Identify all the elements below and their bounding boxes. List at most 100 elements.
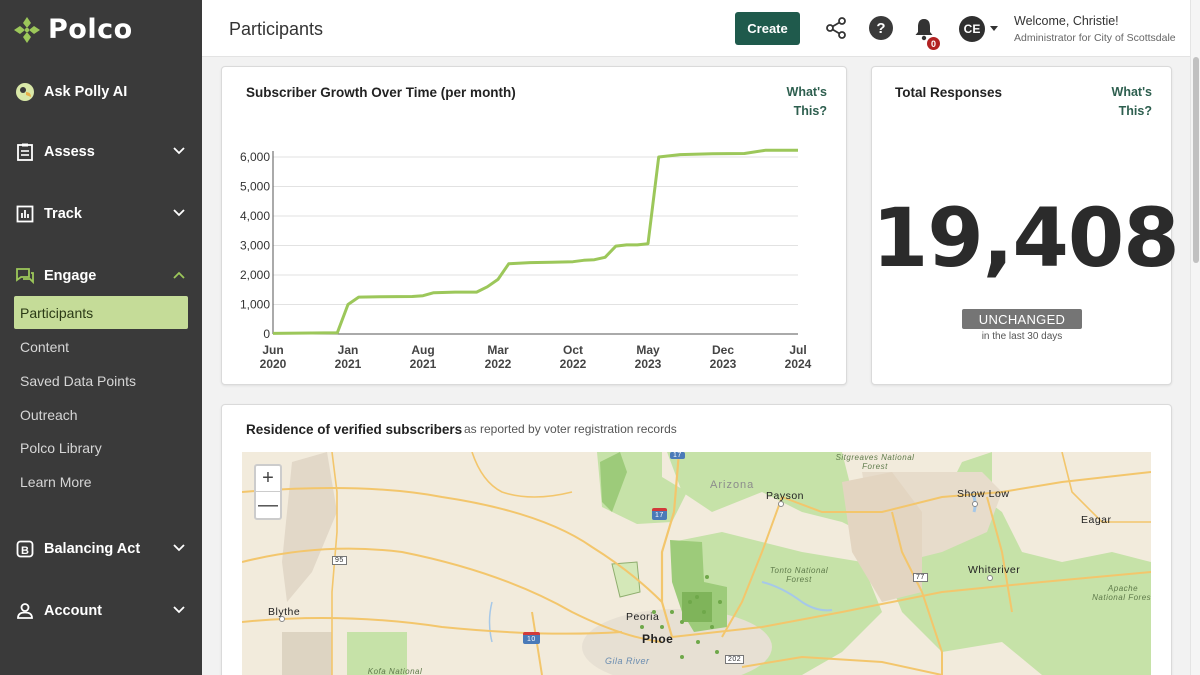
create-button[interactable]: Create: [735, 12, 800, 45]
bar-chart-icon: [14, 203, 36, 225]
chevron-down-icon: [173, 606, 185, 614]
subscriber-map[interactable]: + — Sitgreaves National Forest Arizona P…: [242, 452, 1151, 675]
y-tick-label: 5,000: [240, 180, 270, 194]
sidebar-subitem-outreach[interactable]: Outreach: [14, 398, 188, 431]
whats-this-line-1: What's: [1111, 85, 1152, 99]
highway-10-shield: 10: [523, 632, 540, 644]
clipboard-icon: [14, 141, 36, 163]
sidebar-item-balancing-act[interactable]: B Balancing Act: [14, 533, 192, 565]
caret-down-icon[interactable]: [990, 26, 998, 31]
chevron-down-icon: [173, 147, 185, 155]
whats-this-line-2: This?: [1118, 104, 1152, 118]
x-tick-label-year: 2023: [635, 357, 662, 371]
map-label-whiteriver: Whiteriver: [968, 564, 1021, 576]
chevron-down-icon: [173, 209, 185, 217]
sidebar-item-label: Ask Polly AI: [44, 84, 128, 100]
help-icon[interactable]: ?: [869, 16, 893, 40]
x-tick-label-month: Jul: [789, 343, 806, 357]
sidebar-item-engage[interactable]: Engage: [14, 260, 192, 292]
map-label-peoria: Peoria: [626, 611, 660, 623]
parrot-icon: [14, 81, 36, 103]
notification-count-badge: 0: [927, 37, 940, 50]
card-title: Residence of verified subscribers: [246, 422, 463, 437]
highway-77-shield: 77: [913, 573, 928, 582]
sidebar-item-label: Track: [44, 206, 82, 222]
sidebar-subitem-content[interactable]: Content: [14, 330, 188, 363]
map-label-sitgreaves: Sitgreaves National Forest: [835, 453, 915, 471]
brand-name: Polco: [48, 14, 133, 45]
scrollbar-thumb[interactable]: [1193, 57, 1199, 263]
map-label-tonto: Tonto National Forest: [769, 566, 829, 584]
y-tick-label: 0: [263, 327, 270, 341]
sidebar-item-ask-ai[interactable]: Ask Polly AI: [14, 76, 192, 108]
highway-17-shield: 17: [652, 508, 667, 520]
map-label-blythe: Blythe: [268, 606, 301, 618]
user-role: Administrator for City of Scottsdale: [1014, 32, 1176, 44]
map-label-gila-river: Gila River: [605, 656, 650, 666]
total-responses-card: Total Responses What's This? 19,408 UNCH…: [871, 66, 1180, 385]
x-tick-label-month: Jun: [262, 343, 283, 357]
person-icon: [14, 600, 36, 622]
card-subtitle: as reported by voter registration record…: [464, 422, 677, 436]
subscriber-growth-card: Subscriber Growth Over Time (per month) …: [221, 66, 847, 385]
x-tick-label-year: 2020: [260, 357, 287, 371]
x-tick-label-year: 2024: [785, 357, 812, 371]
page-scrollbar[interactable]: [1190, 0, 1200, 675]
zoom-out-button[interactable]: —: [256, 492, 280, 518]
x-tick-label-month: Oct: [563, 343, 583, 357]
subscriber-growth-chart: 0 1,000 2,000 3,000 4,000 5,000 6,000 Jun2020 Ja…: [240, 148, 812, 371]
x-tick-label-month: Mar: [487, 343, 509, 357]
map-label-phoenix: Phoe: [642, 632, 674, 646]
avatar[interactable]: CE: [959, 16, 985, 42]
x-tick-label-year: 2023: [710, 357, 737, 371]
sidebar-item-track[interactable]: Track: [14, 198, 192, 230]
map-label-show-low: Show Low: [957, 488, 1010, 500]
x-tick-label-year: 2021: [335, 357, 362, 371]
x-tick-label-month: Aug: [411, 343, 434, 357]
polco-logo-icon: [14, 16, 40, 43]
x-tick-label-month: May: [636, 343, 660, 357]
sidebar-item-label: Account: [44, 603, 102, 619]
sidebar: Polco Ask Polly AI Assess Track Engage P…: [0, 0, 202, 675]
highway-17-shield: 17: [670, 452, 685, 459]
highway-95-shield: 95: [332, 556, 347, 565]
chevron-up-icon: [173, 271, 185, 279]
whats-this-link[interactable]: What's This?: [1087, 83, 1152, 121]
page-title: Participants: [229, 19, 324, 39]
sidebar-item-label: Assess: [44, 144, 95, 160]
highway-202-shield: 202: [725, 655, 745, 664]
y-tick-label: 6,000: [240, 150, 270, 164]
sidebar-item-account[interactable]: Account: [14, 595, 192, 627]
polco-logo[interactable]: Polco: [12, 14, 133, 45]
sidebar-item-assess[interactable]: Assess: [14, 136, 192, 168]
status-badge: UNCHANGED: [962, 309, 1082, 329]
map-zoom-control: + —: [254, 464, 282, 520]
map-label-arizona: Arizona: [710, 479, 755, 491]
y-tick-label: 4,000: [240, 209, 270, 223]
svg-text:B: B: [21, 545, 29, 557]
x-tick-label-year: 2021: [410, 357, 437, 371]
sidebar-subitem-saved-data-points[interactable]: Saved Data Points: [14, 364, 188, 397]
zoom-in-button[interactable]: +: [256, 466, 280, 492]
map-label-payson: Payson: [766, 490, 805, 502]
sidebar-item-label: Engage: [44, 268, 97, 284]
series-line: [272, 148, 798, 335]
map-label-apache: Apache National Forest: [1092, 584, 1151, 602]
y-tick-label: 1,000: [240, 298, 270, 312]
map-label-eagar: Eagar: [1081, 514, 1112, 526]
total-responses-value: 19,408: [872, 192, 1180, 286]
x-tick-label-year: 2022: [560, 357, 587, 371]
y-tick-label: 2,000: [240, 268, 270, 282]
sidebar-item-label: Balancing Act: [44, 541, 141, 557]
chat-bubbles-icon: [14, 265, 36, 287]
y-tick-label: 3,000: [240, 239, 270, 253]
x-tick-label-month: Dec: [712, 343, 734, 357]
welcome-text: Welcome, Christie!: [1014, 14, 1119, 28]
sidebar-subitem-polco-library[interactable]: Polco Library: [14, 431, 188, 464]
chevron-down-icon: [173, 544, 185, 552]
top-header: Participants Create ? 0 CE Welcome, Chri…: [202, 0, 1190, 57]
x-tick-label-month: Jan: [338, 343, 359, 357]
share-icon[interactable]: [824, 16, 848, 40]
sidebar-subitem-participants[interactable]: Participants: [14, 296, 188, 329]
sidebar-subitem-learn-more[interactable]: Learn More: [14, 465, 188, 498]
